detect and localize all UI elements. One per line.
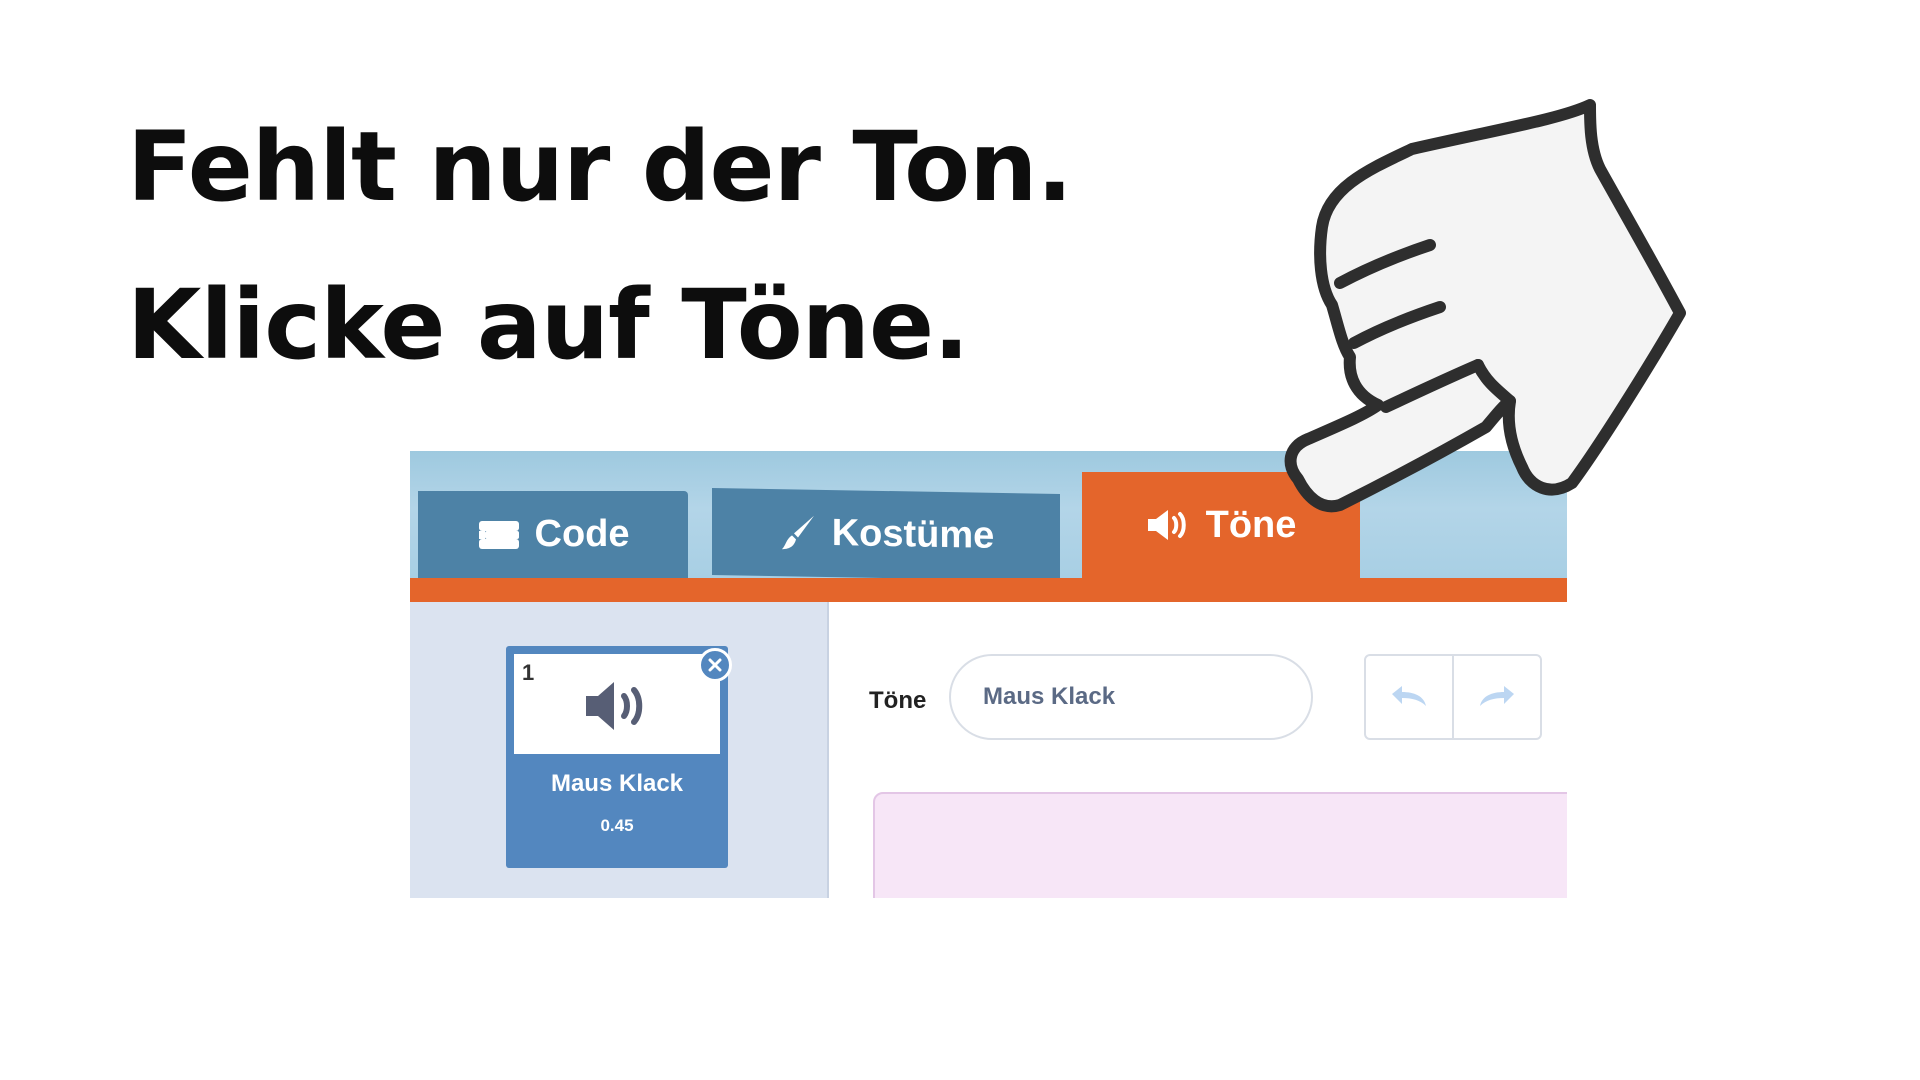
undo-button[interactable] <box>1366 656 1452 738</box>
sound-thumbnail: 1 <box>514 654 720 754</box>
instruction-line-2: Klicke auf Töne. <box>127 269 970 381</box>
active-tab-stripe <box>410 578 1567 602</box>
paintbrush-icon <box>781 515 814 549</box>
speaker-icon <box>586 682 643 730</box>
instruction-heading: Fehlt nur der Ton. Klicke auf Töne. <box>127 88 1227 404</box>
sound-editor-area: Töne <box>829 602 1567 898</box>
undo-redo-group <box>1364 654 1542 740</box>
tab-code[interactable]: Code <box>418 491 688 578</box>
close-icon <box>708 658 722 672</box>
tab-code-label: Code <box>534 513 630 555</box>
sound-name-label: Töne <box>869 687 927 714</box>
undo-icon <box>1392 686 1426 706</box>
code-blocks-icon <box>478 520 519 549</box>
delete-sound-button[interactable] <box>698 648 732 682</box>
instruction-line-1: Fehlt nur der Ton. <box>127 111 1073 223</box>
speaker-icon <box>1147 510 1186 540</box>
waveform-area[interactable] <box>873 792 1567 898</box>
tab-costumes[interactable]: Kostüme <box>712 487 1060 582</box>
sound-tile[interactable]: 1 Maus Klack 0.45 <box>506 646 732 868</box>
sound-name-input[interactable] <box>949 654 1313 740</box>
sound-duration: 0.45 <box>600 816 634 835</box>
sound-list-sidebar: 1 Maus Klack 0.45 <box>410 602 829 898</box>
sound-name: Maus Klack <box>550 770 684 797</box>
pointing-hand-icon <box>1284 99 1686 513</box>
tab-costumes-label: Kostüme <box>831 512 995 557</box>
redo-icon <box>1480 686 1514 706</box>
sound-index: 1 <box>522 660 535 685</box>
redo-button[interactable] <box>1452 656 1540 738</box>
